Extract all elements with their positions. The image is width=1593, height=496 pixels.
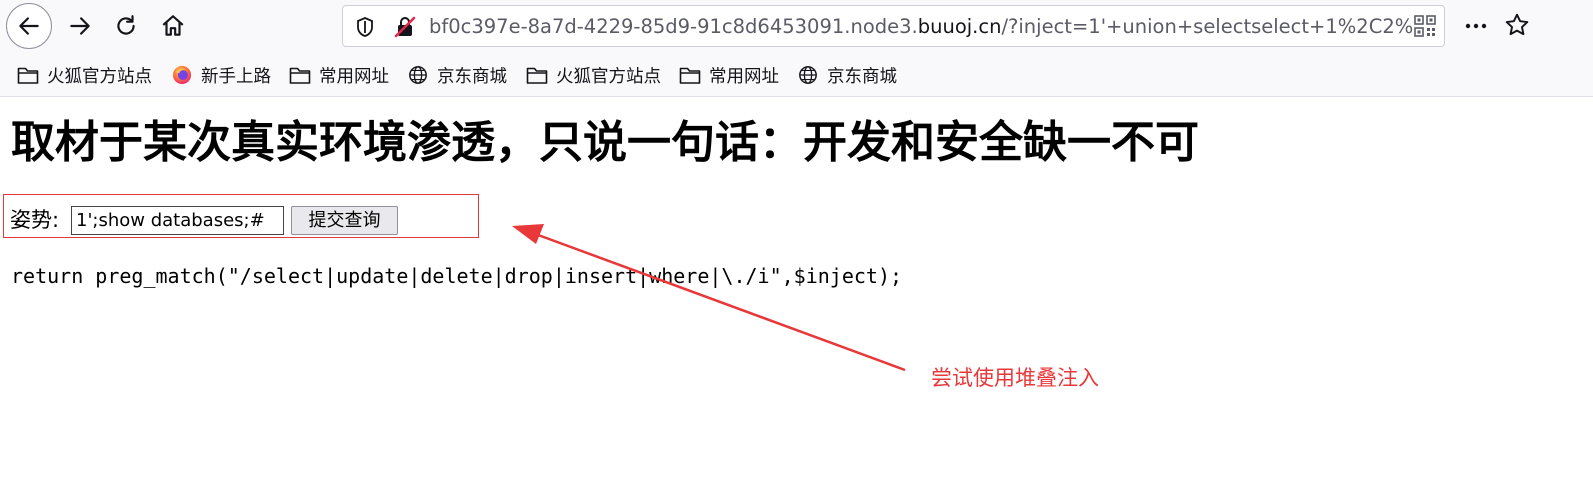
bookmark-label: 常用网址 xyxy=(709,66,779,87)
bookmark-item[interactable]: 京东商城 xyxy=(407,62,507,88)
home-icon xyxy=(162,15,184,36)
insecure-lock-icon[interactable] xyxy=(393,15,417,39)
bookmarks-bar: 火狐官方站点 新手上路 常用网址 京东商城 火狐官方站点 常用网址 京东商城 xyxy=(0,52,1593,97)
inject-label: 姿势: xyxy=(10,208,60,232)
forward-button[interactable] xyxy=(56,2,104,50)
folder-icon xyxy=(526,67,548,84)
reload-button[interactable] xyxy=(102,2,150,50)
shield-icon[interactable] xyxy=(355,16,375,38)
bookmark-label: 火狐官方站点 xyxy=(47,66,152,87)
annotation-text: 尝试使用堆叠注入 xyxy=(931,366,1099,390)
bookmark-label: 新手上路 xyxy=(201,66,271,87)
url-prefix: bf0c397e-8a7d-4229-85d9-91c8d6453091.nod… xyxy=(429,15,918,38)
page-title: 取材于某次真实环境渗透，只说一句话：开发和安全缺一不可 xyxy=(11,117,1199,168)
bookmark-item[interactable]: 火狐官方站点 xyxy=(17,62,152,88)
bookmark-label: 火狐官方站点 xyxy=(556,66,661,87)
globe-icon xyxy=(409,66,427,84)
bookmark-label: 京东商城 xyxy=(827,66,897,87)
url-domain: buuoj.cn xyxy=(917,15,1002,38)
url-bar[interactable]: bf0c397e-8a7d-4229-85d9-91c8d6453091.nod… xyxy=(342,5,1445,47)
inject-input[interactable] xyxy=(71,206,284,235)
folder-icon xyxy=(679,67,701,84)
forward-arrow-icon xyxy=(70,17,90,35)
home-button[interactable] xyxy=(149,2,197,50)
bookmark-item[interactable]: 新手上路 xyxy=(171,62,271,88)
star-icon[interactable] xyxy=(1504,12,1530,38)
folder-icon xyxy=(17,67,39,84)
back-arrow-icon xyxy=(19,17,39,35)
browser-toolbar: bf0c397e-8a7d-4229-85d9-91c8d6453091.nod… xyxy=(0,0,1593,52)
url-text[interactable]: bf0c397e-8a7d-4229-85d9-91c8d6453091.nod… xyxy=(429,14,1414,40)
submit-button[interactable]: 提交查询 xyxy=(291,206,398,235)
more-dots-icon[interactable] xyxy=(1462,14,1490,38)
bookmark-label: 京东商城 xyxy=(437,66,507,87)
folder-icon xyxy=(289,67,311,84)
bookmark-item[interactable]: 常用网址 xyxy=(289,62,389,88)
bookmark-label: 常用网址 xyxy=(319,66,389,87)
bookmark-item[interactable]: 常用网址 xyxy=(679,62,779,88)
qr-code-icon[interactable] xyxy=(1414,15,1436,37)
filter-code: return preg_match("/select|update|delete… xyxy=(11,264,903,288)
globe-icon xyxy=(799,66,817,84)
firefox-icon xyxy=(172,65,192,85)
back-button[interactable] xyxy=(6,3,52,49)
bookmark-item[interactable]: 京东商城 xyxy=(797,62,897,88)
reload-icon xyxy=(117,15,135,35)
url-suffix: /?inject=1'+union+selectselect+1%2C2%2 xyxy=(1001,15,1414,38)
bookmark-item[interactable]: 火狐官方站点 xyxy=(526,62,661,88)
